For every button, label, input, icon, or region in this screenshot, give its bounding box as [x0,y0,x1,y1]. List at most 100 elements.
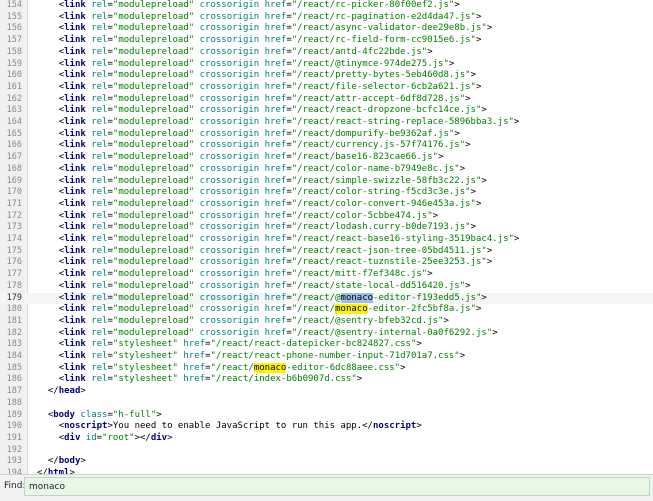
code-line[interactable]: 168 <link rel="modulepreload" crossorigi… [0,164,653,175]
code-token: > [80,386,86,397]
code-token: link [64,339,86,350]
code-token: "modulepreload" [112,257,195,268]
code-token: link [64,163,86,174]
code-line[interactable]: 174 <link rel="modulepreload" crossorigi… [0,234,653,245]
code-token: link [64,152,86,163]
code-token: "modulepreload" [112,93,195,104]
code-token: href [264,0,287,10]
code-line[interactable]: 155 <link rel="modulepreload" crossorigi… [0,12,653,23]
code-token: link [64,257,86,268]
line-code: <link rel="modulepreload" crossorigin hr… [37,70,476,81]
code-line[interactable]: 179 <link rel="modulepreload" crossorigi… [0,292,653,304]
code-token: > [465,140,471,151]
code-line[interactable]: 186 <link rel="stylesheet" href="/react/… [0,374,653,385]
code-token: > [486,23,493,34]
code-line[interactable]: 178 <link rel="modulepreload" crossorigi… [0,281,653,292]
find-bar: Find: [0,474,653,501]
code-line[interactable]: 182 <link rel="modulepreload" crossorigi… [0,328,653,339]
code-token: "modulepreload" [112,81,195,92]
code-token: href [264,93,287,104]
code-line[interactable]: 180 <link rel="modulepreload" crossorigi… [0,304,653,315]
code-line[interactable]: 164 <link rel="modulepreload" crossorigi… [0,117,653,128]
code-token: link [64,374,86,385]
line-number: 159 [6,58,22,69]
line-number: 185 [6,362,22,373]
code-line[interactable]: 175 <link rel="modulepreload" crossorigi… [0,246,653,257]
code-token: crossorigin [199,58,260,69]
code-token: "/react/rc-pagination-e2d4da47.js" [291,11,476,22]
code-line[interactable]: 159 <link rel="modulepreload" crossorigi… [0,59,653,70]
code-token: link [64,315,86,326]
find-input[interactable] [24,477,650,496]
code-token: </ [47,456,59,467]
code-line[interactable]: 170 <link rel="modulepreload" crossorigi… [0,187,653,198]
code-token: "modulepreload" [112,23,195,34]
line-code: <link rel="modulepreload" crossorigin hr… [37,0,460,11]
code-line[interactable]: 163 <link rel="modulepreload" crossorigi… [0,105,653,116]
code-line[interactable]: 185 <link rel="stylesheet" href="/react/… [0,362,653,374]
code-token: > [80,456,86,467]
code-line[interactable]: 181 <link rel="modulepreload" crossorigi… [0,316,653,327]
code-line[interactable]: 167 <link rel="modulepreload" crossorigi… [0,152,653,163]
code-token: href [183,351,206,361]
code-line[interactable]: 173 <link rel="modulepreload" crossorigi… [0,222,653,233]
code-line[interactable]: 187 </head> [0,386,653,397]
code-line[interactable]: 191 <div id="root"></div> [0,433,653,444]
line-code: <link rel="modulepreload" crossorigin hr… [37,246,493,257]
code-line[interactable]: 160 <link rel="modulepreload" crossorigi… [0,70,653,81]
code-token: "/react/@ [291,292,341,303]
code-token: > [438,152,444,163]
code-token: rel [91,210,108,221]
code-line[interactable]: 154 <link rel="modulepreload" crossorigi… [0,0,653,11]
code-line[interactable]: 162 <link rel="modulepreload" crossorigi… [0,94,653,105]
code-token: "/react/file-selector-6cb2a621.js" [291,81,476,92]
code-line[interactable]: 157 <link rel="modulepreload" crossorigi… [0,35,653,46]
line-number: 173 [6,222,22,233]
code-line[interactable]: 176 <link rel="modulepreload" crossorigi… [0,257,653,268]
code-token: rel [91,280,108,291]
code-editor[interactable]: 154 <link rel="modulepreload" crossorigi… [0,0,653,474]
code-token: "modulepreload" [112,234,195,244]
code-line[interactable]: 172 <link rel="modulepreload" crossorigi… [0,211,653,222]
code-line[interactable]: 190 <noscript>You need to enable JavaScr… [0,421,653,432]
code-token: link [64,105,86,116]
code-token: > [427,269,433,280]
code-line[interactable]: 188 [0,398,653,409]
code-token: > [513,117,520,127]
code-token: > [492,327,498,338]
code-token: crossorigin [199,11,260,22]
code-line[interactable]: 165 <link rel="modulepreload" crossorigi… [0,129,653,140]
code-token: > [481,105,487,116]
code-line[interactable]: 158 <link rel="modulepreload" crossorigi… [0,47,653,58]
line-number: 163 [6,105,22,116]
code-line[interactable]: 193 </body> [0,456,653,467]
code-line[interactable]: 161 <link rel="modulepreload" crossorigi… [0,82,653,93]
line-code: <link rel="modulepreload" crossorigin hr… [37,164,465,175]
line-number: 190 [6,421,22,432]
code-token: "modulepreload" [112,210,195,221]
line-code: <link rel="modulepreload" crossorigin hr… [37,269,433,280]
line-code: <noscript>You need to enable JavaScript … [37,421,422,432]
code-line[interactable]: 183 <link rel="stylesheet" href="/react/… [0,339,653,350]
line-number: 177 [6,269,22,280]
code-line[interactable]: 156 <link rel="modulepreload" crossorigi… [0,23,653,34]
code-line[interactable]: 169 <link rel="modulepreload" crossorigi… [0,176,653,187]
code-line[interactable]: 184 <link rel="stylesheet" href="/react/… [0,351,653,362]
code-line[interactable]: 189 <body class="h-full"> [0,410,653,421]
line-number: 184 [6,351,22,361]
code-line[interactable]: 171 <link rel="modulepreload" crossorigi… [0,199,653,210]
code-token: "/react/react-base16-styling-3519bac4.js… [291,234,514,244]
code-line[interactable]: 166 <link rel="modulepreload" crossorigi… [0,140,653,151]
code-token: "modulepreload" [112,70,195,81]
code-line[interactable]: 177 <link rel="modulepreload" crossorigi… [0,269,653,280]
code-token: > [465,280,471,291]
code-token: href [264,269,287,280]
code-line[interactable]: 192 [0,445,653,456]
line-number: 176 [6,257,22,268]
code-token: > [432,210,439,221]
code-token: -editor-f193edd5.js" [373,292,482,303]
